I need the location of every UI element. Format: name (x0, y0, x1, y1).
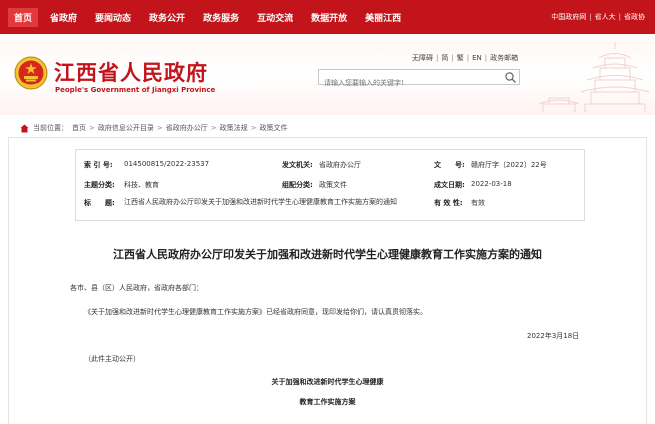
separator: | (436, 54, 439, 62)
meta-index-value: 014500815/2022-23537 (124, 160, 210, 168)
breadcrumb-separator: > (210, 124, 217, 132)
link-provincial-congress[interactable]: 省人大 (595, 12, 616, 22)
meta-subject-value: 江西省人民政府办公厅印发关于加强和改进新时代学生心理健康教育工作实施方案的通知 (124, 198, 397, 206)
link-provincial-cppcc[interactable]: 省政协 (624, 12, 645, 22)
home-icon (20, 124, 29, 132)
breadcrumb-policies[interactable]: 政策法规 (220, 123, 248, 133)
meta-topic-label: 主题分类: (84, 181, 115, 189)
search-box (318, 69, 520, 90)
plan-title-line-1: 关于加强和改进新时代学生心理健康 (271, 378, 384, 386)
top-navigation: 首页 省政府 要闻动态 政务公开 政务服务 互动交流 数据开放 美丽江西 中国政… (0, 0, 655, 34)
link-accessibility[interactable]: 无障碍 (412, 54, 433, 62)
nav-item-gov-services[interactable]: 政务服务 (203, 11, 239, 24)
nav-item-gov-affairs-open[interactable]: 政务公开 (149, 11, 185, 24)
breadcrumb-home[interactable]: 首页 (72, 123, 86, 133)
meta-validity-label: 有 效 性: (434, 199, 463, 207)
document-title: 江西省人民政府办公厅印发关于加强和改进新时代学生心理健康教育工作实施方案的通知 (113, 248, 542, 261)
nav-item-interaction[interactable]: 互动交流 (257, 11, 293, 24)
meta-form-label: 组配分类: (282, 181, 313, 189)
meta-date-value: 2022-03-18 (471, 180, 512, 188)
meta-issuer-label: 发文机关: (282, 161, 313, 169)
search-input[interactable] (319, 76, 499, 90)
link-gov-email[interactable]: 政务邮箱 (490, 54, 518, 62)
nav-item-open-data[interactable]: 数据开放 (311, 11, 347, 24)
site-title[interactable]: 江西省人民政府 (54, 57, 208, 87)
separator: | (589, 13, 592, 21)
breadcrumb-separator: > (250, 124, 257, 132)
document-date: 2022年3月18日 (527, 332, 580, 340)
national-emblem-icon (14, 56, 48, 90)
separator: | (618, 13, 621, 21)
document-salutation: 各市、县（区）人民政府，省政府各部门： (70, 284, 203, 292)
separator: | (451, 54, 454, 62)
breadcrumb-separator: > (156, 124, 163, 132)
nav-item-news[interactable]: 要闻动态 (95, 11, 131, 24)
document-disclosure-note: （此件主动公开） (84, 355, 140, 363)
site-title-english: People's Government of Jiangxi Province (55, 86, 216, 94)
meta-subject-label: 标 题: (84, 199, 115, 207)
link-traditional[interactable]: 繁 (457, 54, 464, 62)
breadcrumb-info-catalog[interactable]: 政府信息公开目录 (98, 123, 154, 133)
separator: | (466, 54, 470, 62)
main-nav: 首页 省政府 要闻动态 政务公开 政务服务 互动交流 数据开放 美丽江西 (8, 0, 419, 34)
meta-form-value: 政策文件 (319, 181, 347, 189)
link-simplified[interactable]: 简 (441, 54, 448, 62)
plan-title-line-2: 教育工作实施方案 (299, 398, 356, 406)
link-china-gov[interactable]: 中国政府网 (551, 12, 586, 22)
link-english[interactable]: EN (472, 54, 482, 62)
search-icon[interactable] (504, 71, 517, 84)
meta-index-label: 索 引 号: (84, 161, 113, 169)
breadcrumb-general-office[interactable]: 省政府办公厅 (166, 123, 208, 133)
breadcrumb-label: 当前位置： (33, 124, 68, 132)
meta-validity-value: 有效 (471, 199, 485, 207)
external-links: 中国政府网 | 省人大 | 省政协 (551, 0, 645, 34)
nav-item-home[interactable]: 首页 (8, 7, 39, 27)
nav-item-provincial-gov[interactable]: 省政府 (50, 11, 77, 24)
tower-illustration (538, 42, 650, 112)
document-metadata: 索 引 号: 014500815/2022-23537 发文机关: 省政府办公厅… (75, 149, 585, 221)
meta-docno-value: 赣府厅字〔2022〕22号 (471, 161, 547, 169)
document-body: 《关于加强和改进新时代学生心理健康教育工作实施方案》已经省政府同意，现印发给你们… (84, 308, 427, 316)
separator: | (484, 54, 488, 62)
meta-date-label: 成文日期: (434, 181, 465, 189)
meta-issuer-value: 省政府办公厅 (319, 161, 361, 169)
nav-item-beautiful-jiangxi[interactable]: 美丽江西 (365, 11, 401, 24)
meta-docno-label: 文 号: (434, 161, 465, 169)
utility-links: 无障碍 | 简 | 繁 | EN | 政务邮箱 (412, 53, 518, 63)
breadcrumb-separator: > (89, 124, 95, 132)
breadcrumb: 当前位置： 首页 > 政府信息公开目录 > 省政府办公厅 > 政策法规 > 政策… (8, 120, 647, 136)
meta-topic-value: 科技、教育 (124, 181, 159, 189)
breadcrumb-policy-docs[interactable]: 政策文件 (260, 123, 288, 133)
